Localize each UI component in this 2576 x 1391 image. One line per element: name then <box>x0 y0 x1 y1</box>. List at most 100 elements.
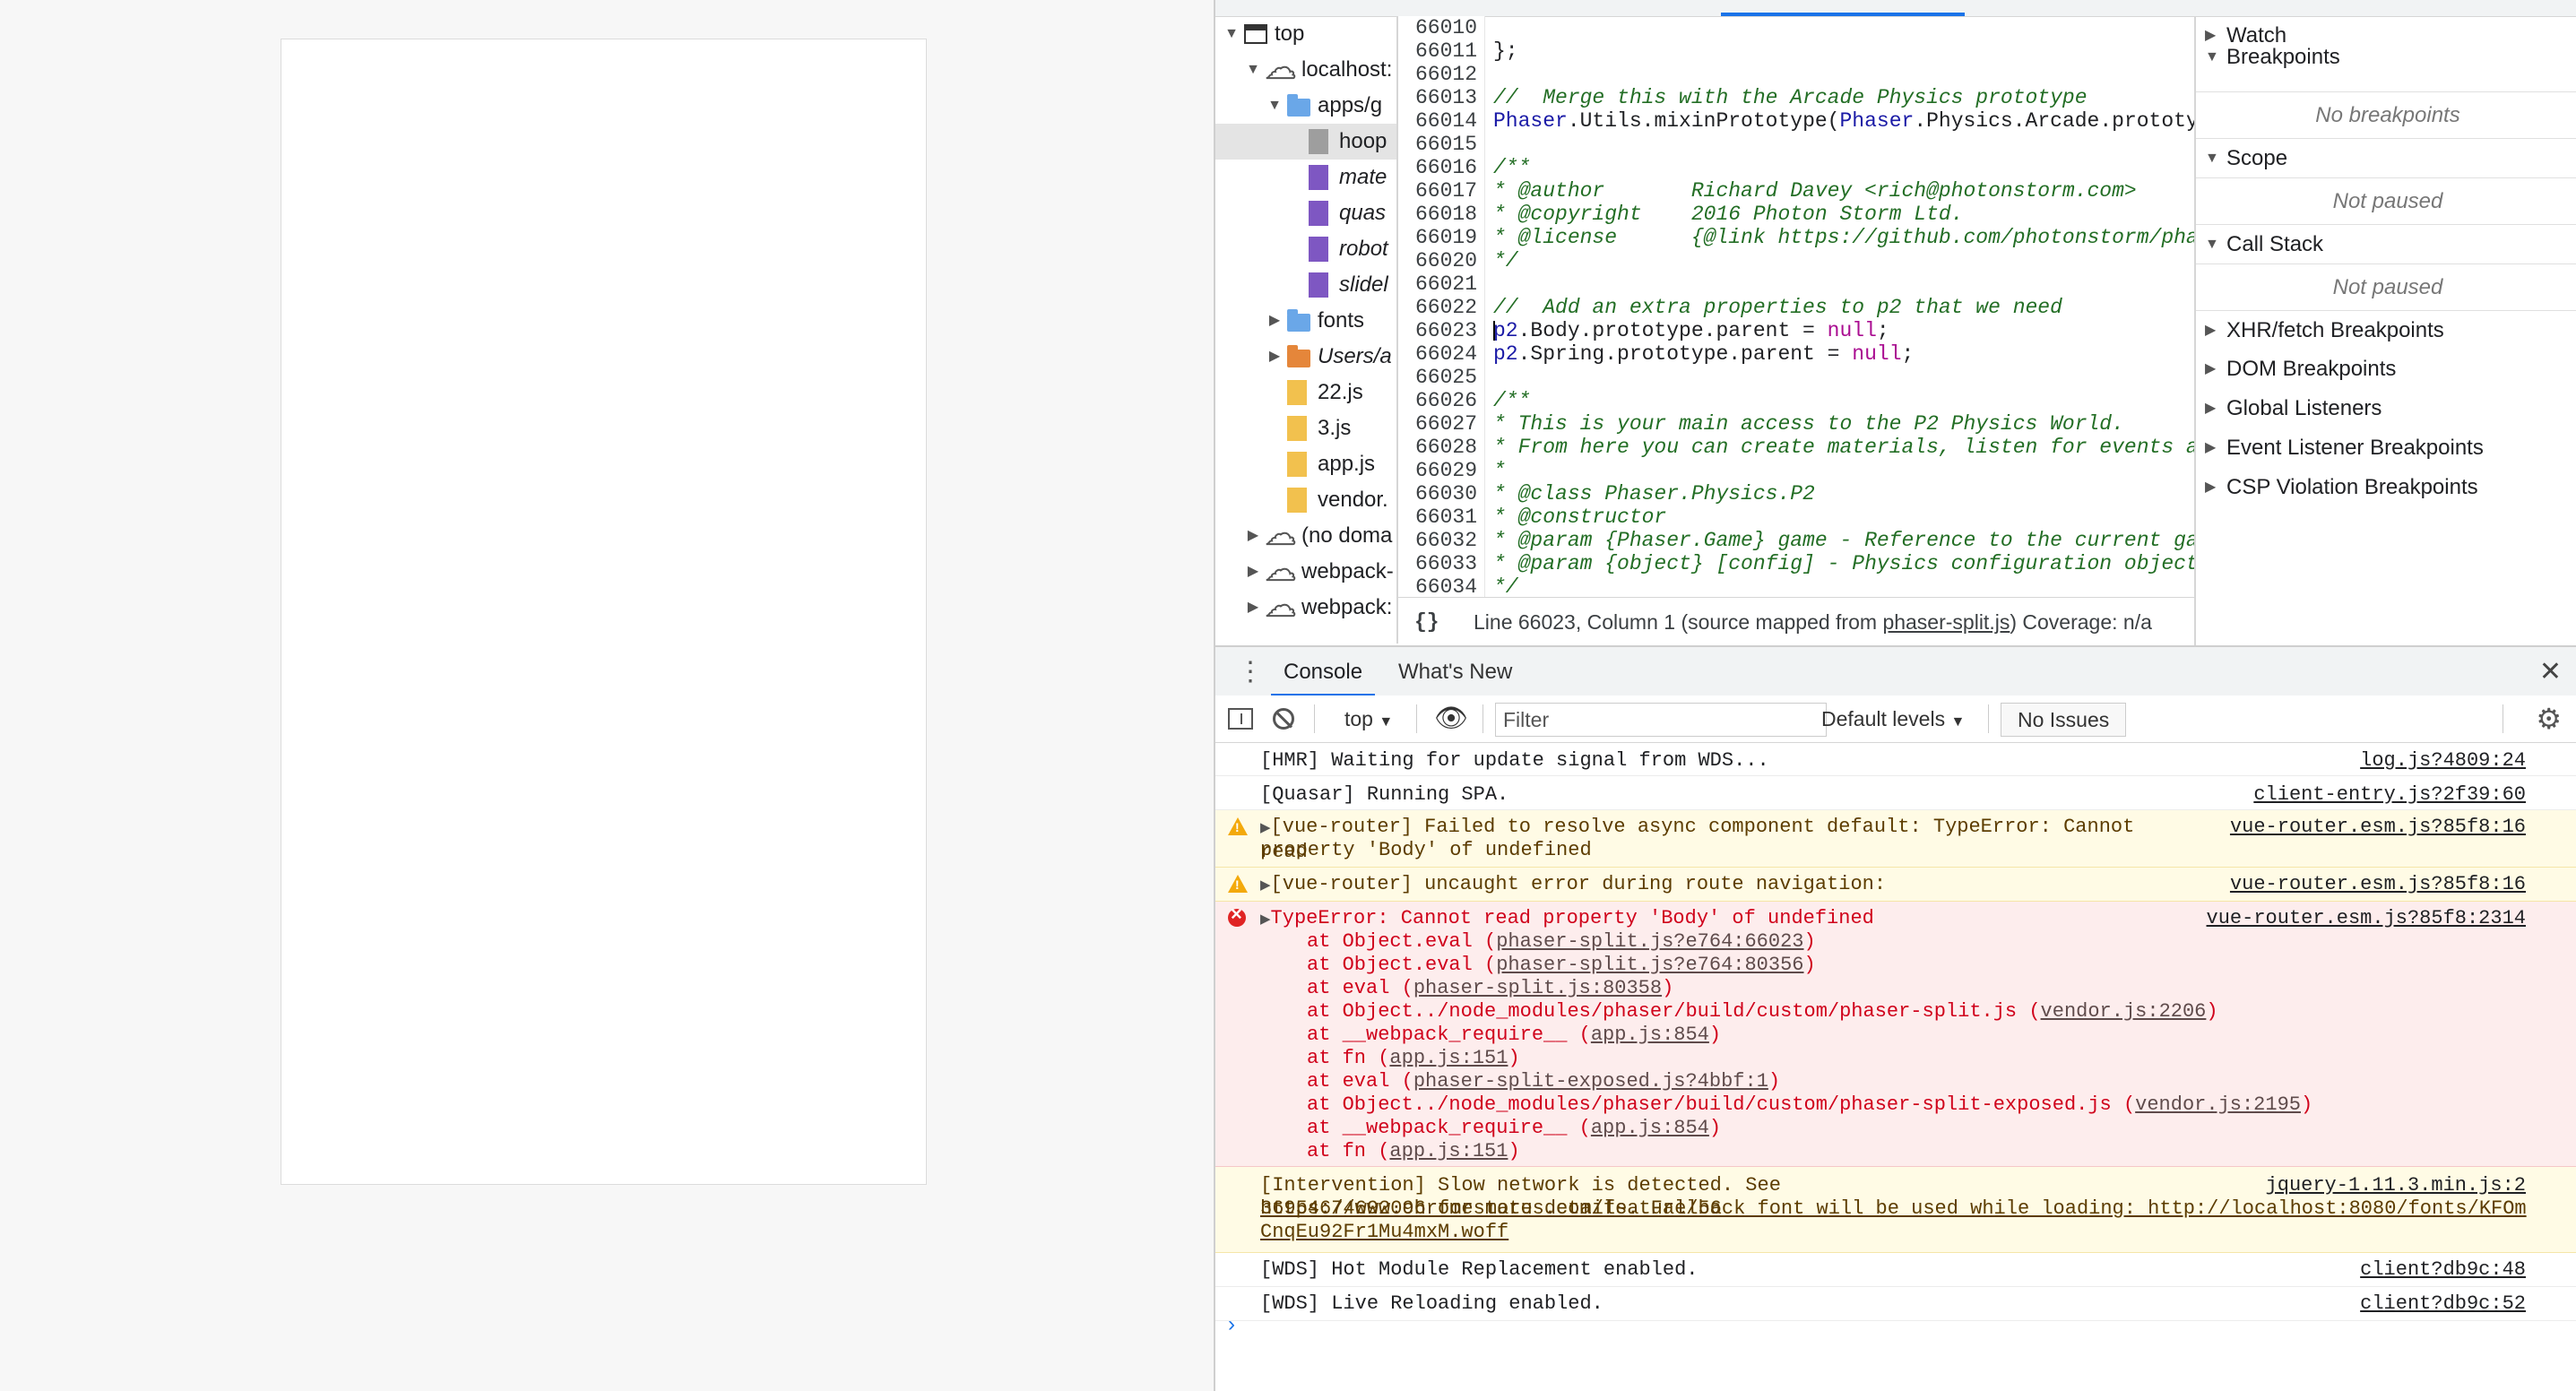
line-number[interactable]: 66033 <box>1398 552 1477 575</box>
call-stack-section[interactable]: ▼ Call Stack <box>2196 224 2576 264</box>
navigator-item[interactable]: robot <box>1215 231 1396 267</box>
xhr-breakpoints-section[interactable]: ▶ XHR/fetch Breakpoints <box>2196 310 2576 350</box>
navigator-item[interactable]: hoop <box>1215 124 1396 160</box>
message-source-link[interactable]: log.js?4809:24 <box>2360 749 2526 773</box>
code-line[interactable]: 66032 * @param {Phaser.Game} game - Refer… <box>1398 529 2194 552</box>
line-number[interactable]: 66021 <box>1398 272 1477 296</box>
navigator-item[interactable]: ▼ apps/g <box>1215 88 1396 124</box>
message-source-link[interactable]: vue-router.esm.js?85f8:16 <box>2230 873 2526 896</box>
code-line[interactable]: 66012 <box>1398 63 2194 86</box>
navigator-item[interactable]: 3.js <box>1215 410 1396 446</box>
live-expression-eye-icon[interactable]: 👁 <box>1434 696 1468 742</box>
csp-violation-breakpoints-section[interactable]: ▶ CSP Violation Breakpoints <box>2196 468 2576 507</box>
code-line[interactable]: 66027 * This is your main access to the P… <box>1398 412 2194 436</box>
expand-triangle-icon[interactable]: ▶ <box>1260 878 1271 894</box>
line-number[interactable]: 66026 <box>1398 389 1477 412</box>
navigator-item[interactable]: ▶ webpack: <box>1215 588 1396 626</box>
navigator-item[interactable]: ▶ Users/a <box>1215 339 1396 375</box>
line-number[interactable]: 66024 <box>1398 342 1477 366</box>
navigator-item[interactable]: ▶ webpack- <box>1215 552 1396 590</box>
line-number[interactable]: 66027 <box>1398 412 1477 436</box>
line-number[interactable]: 66018 <box>1398 203 1477 226</box>
scope-section[interactable]: ▼ Scope <box>2196 138 2576 178</box>
context-selector[interactable]: top ▼ <box>1344 696 1393 742</box>
chevron-down-icon[interactable]: ▼ <box>1244 52 1262 88</box>
line-number[interactable]: 66032 <box>1398 529 1477 552</box>
console-settings-gear-icon[interactable]: ⚙ <box>2536 696 2562 742</box>
log-levels-dropdown[interactable]: Default levels ▼ <box>1821 696 1965 742</box>
console-messages[interactable]: [HMR] Waiting for update signal from WDS… <box>1215 742 2576 1391</box>
code-line[interactable]: 66019 * @license {@link https://github.co… <box>1398 226 2194 249</box>
line-number[interactable]: 66020 <box>1398 249 1477 272</box>
source-map-link[interactable]: phaser-split.js <box>1882 610 2010 634</box>
line-number[interactable]: 66028 <box>1398 436 1477 459</box>
navigator-item[interactable]: slidel <box>1215 267 1396 303</box>
stack-frame-link[interactable]: vendor.js:2206 <box>2041 1000 2207 1023</box>
navigator-item[interactable]: 22.js <box>1215 375 1396 410</box>
line-number[interactable]: 66012 <box>1398 63 1477 86</box>
chevron-right-icon[interactable]: ▶ <box>1266 339 1284 375</box>
code-line[interactable]: 66016 /** <box>1398 156 2194 179</box>
stack-frame-link[interactable]: app.js:854 <box>1591 1024 1709 1046</box>
navigator-item[interactable]: vendor. <box>1215 482 1396 518</box>
close-drawer-icon[interactable]: ✕ <box>2539 654 2562 690</box>
issues-button[interactable]: No Issues <box>2001 703 2127 737</box>
code-line[interactable]: 66020 */ <box>1398 249 2194 272</box>
code-line[interactable]: 66029 * <box>1398 459 2194 482</box>
code-line[interactable]: 66015 <box>1398 133 2194 156</box>
code-line[interactable]: 66033 * @param {object} [config] - Physic… <box>1398 552 2194 575</box>
stack-frame-link[interactable]: phaser-split-exposed.js?4bbf:1 <box>1413 1070 1768 1093</box>
event-listener-breakpoints-section[interactable]: ▶ Event Listener Breakpoints <box>2196 428 2576 468</box>
code-line[interactable]: 66026 /** <box>1398 389 2194 412</box>
message-source-link[interactable]: vue-router.esm.js?85f8:16 <box>2230 816 2526 839</box>
intervention-line-2[interactable]: 36954674692096 for more details. Fallbac… <box>1260 1197 2562 1221</box>
message-source-link[interactable]: jquery-1.11.3.min.js:2 <box>2266 1174 2526 1197</box>
line-number[interactable]: 66030 <box>1398 482 1477 505</box>
stack-frame-link[interactable]: app.js:151 <box>1389 1047 1508 1069</box>
stack-frame-link[interactable]: phaser-split.js:80358 <box>1413 977 1662 999</box>
dom-breakpoints-section[interactable]: ▶ DOM Breakpoints <box>2196 350 2576 389</box>
stack-frame-link[interactable]: app.js:854 <box>1591 1117 1709 1139</box>
code-line[interactable]: 66024 p2.Spring.prototype.parent = null; <box>1398 342 2194 366</box>
pretty-print-button[interactable]: {} <box>1414 598 1439 646</box>
code-line[interactable]: 66028 * From here you can create material… <box>1398 436 2194 459</box>
code-line[interactable]: 66021 <box>1398 272 2194 296</box>
message-source-link[interactable]: vue-router.esm.js?85f8:2314 <box>2207 907 2526 930</box>
chevron-down-icon[interactable]: ▼ <box>1223 16 1240 52</box>
line-number[interactable]: 66034 <box>1398 575 1477 597</box>
code-line[interactable]: 66031 * @constructor <box>1398 505 2194 529</box>
chevron-down-icon[interactable]: ▼ <box>1266 88 1284 124</box>
intervention-line-3[interactable]: CnqEu92Fr1Mu4mxM.woff <box>1260 1221 2562 1244</box>
code-editor[interactable]: 66010 66011}; 66012 66013// Merge this with… <box>1398 16 2194 597</box>
message-source-link[interactable]: client-entry.js?2f39:60 <box>2253 783 2526 807</box>
chevron-right-icon[interactable]: ▶ <box>1266 303 1284 339</box>
line-number[interactable]: 66015 <box>1398 133 1477 156</box>
chevron-right-icon[interactable]: ▶ <box>1244 554 1262 590</box>
chevron-right-icon[interactable]: ▶ <box>1244 518 1262 554</box>
line-number[interactable]: 66023 <box>1398 319 1477 342</box>
navigator-item[interactable]: ▶ (no doma <box>1215 516 1396 554</box>
line-number[interactable]: 66031 <box>1398 505 1477 529</box>
line-number[interactable]: 66022 <box>1398 296 1477 319</box>
navigator-item[interactable]: ▶ fonts <box>1215 303 1396 339</box>
navigator-item[interactable]: app.js <box>1215 446 1396 482</box>
console-filter-input[interactable] <box>1495 703 1827 737</box>
navigator-item[interactable]: mate <box>1215 160 1396 195</box>
code-line[interactable]: 66011}; <box>1398 39 2194 63</box>
expand-triangle-icon[interactable]: ▶ <box>1260 821 1271 836</box>
code-line[interactable]: 66023 p2.Body.prototype.parent = null; <box>1398 319 2194 342</box>
code-line[interactable]: 66018 * @copyright 2016 Photon Storm Ltd. <box>1398 203 2194 226</box>
line-number[interactable]: 66010 <box>1398 16 1477 39</box>
show-sidebar-icon[interactable] <box>1228 708 1253 730</box>
more-options-icon[interactable]: ⋮ <box>1237 654 1264 690</box>
message-source-link[interactable]: client?db9c:48 <box>2360 1258 2526 1282</box>
stack-frame-link[interactable]: app.js:151 <box>1389 1140 1508 1162</box>
line-number[interactable]: 66011 <box>1398 39 1477 63</box>
line-number[interactable]: 66019 <box>1398 226 1477 249</box>
code-line[interactable]: 66013 // Merge this with the Arcade Physi… <box>1398 86 2194 109</box>
stack-frame-link[interactable]: phaser-split.js?e764:66023 <box>1496 930 1803 953</box>
expand-triangle-icon[interactable]: ▶ <box>1260 912 1271 928</box>
global-listeners-section[interactable]: ▶ Global Listeners <box>2196 389 2576 428</box>
stack-frame-link[interactable]: vendor.js:2195 <box>2135 1093 2301 1116</box>
line-number[interactable]: 66014 <box>1398 109 1477 133</box>
